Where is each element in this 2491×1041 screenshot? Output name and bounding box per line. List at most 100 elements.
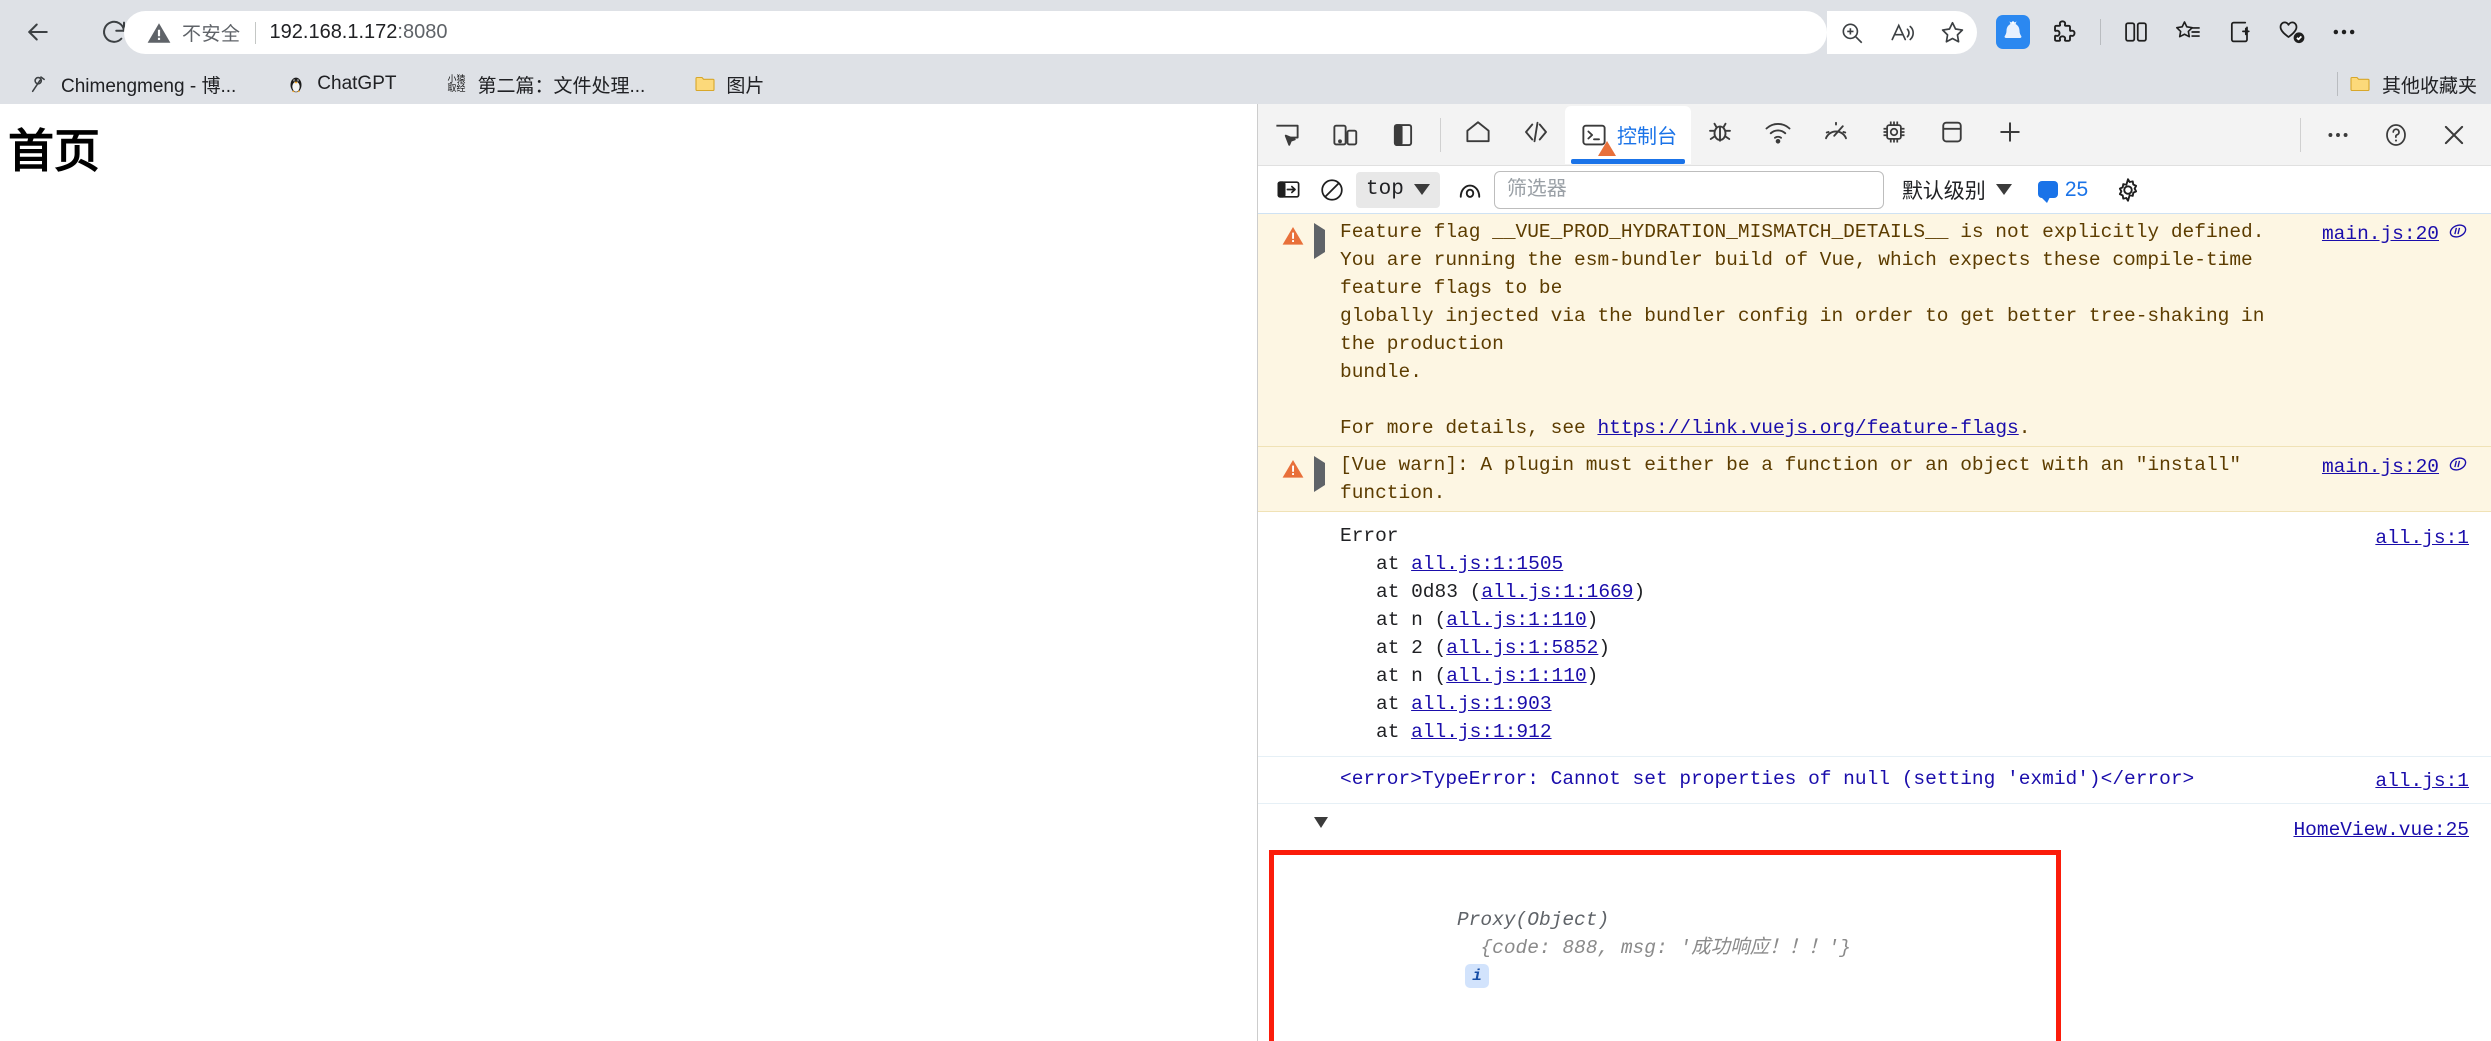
- omnibox-divider: [254, 21, 256, 44]
- close-devtools-icon[interactable]: [2429, 110, 2479, 160]
- proxy-object-tree: Proxy(Object) {code: 888, msg: '成功响应！！！'…: [1340, 814, 2293, 1041]
- message-source: HomeView.vue:25: [2293, 814, 2491, 1041]
- stack-line: at n (all.js:1:110): [1376, 609, 1599, 631]
- tab-memory[interactable]: [1865, 106, 1923, 164]
- tab-home[interactable]: [1449, 106, 1507, 164]
- zoom-icon[interactable]: [1832, 13, 1872, 53]
- more-options-icon[interactable]: [2313, 110, 2363, 160]
- expand-arrow-icon[interactable]: [1314, 218, 1340, 442]
- error-title: Error: [1340, 525, 1399, 547]
- collections-icon[interactable]: [2165, 9, 2211, 55]
- tab-sources[interactable]: [1691, 106, 1749, 164]
- stack-line: at all.js:1:903: [1376, 693, 1552, 715]
- tab-elements[interactable]: [1507, 106, 1565, 164]
- stack-fn: n: [1411, 665, 1435, 687]
- sourcemap-icon[interactable]: [2447, 453, 2469, 484]
- stack-link[interactable]: all.js:1:110: [1446, 609, 1586, 631]
- context-value: top: [1366, 178, 1404, 201]
- issues-counter[interactable]: 25: [2037, 178, 2088, 203]
- help-icon[interactable]: [2371, 110, 2421, 160]
- url-text[interactable]: 192.168.1.172:8080: [270, 21, 448, 44]
- expand-arrow-icon[interactable]: [1314, 814, 1340, 1041]
- qq-browser-extension-icon[interactable]: [1990, 9, 2036, 55]
- stack-link[interactable]: all.js:1:1669: [1481, 581, 1633, 603]
- tab-performance[interactable]: [1807, 106, 1865, 164]
- page-viewport: 首页: [0, 104, 1257, 1041]
- javascript-context-selector[interactable]: top: [1356, 171, 1440, 208]
- plus-icon: [1995, 117, 2025, 153]
- chevron-down-icon: [1995, 184, 2012, 195]
- sourcemap-icon[interactable]: [2447, 220, 2469, 251]
- console-message-warning[interactable]: Feature flag __VUE_PROD_HYDRATION_MISMAT…: [1258, 214, 2491, 447]
- warn-line-1: Feature flag __VUE_PROD_HYDRATION_MISMAT…: [1340, 221, 2265, 243]
- console-message-list[interactable]: Feature flag __VUE_PROD_HYDRATION_MISMAT…: [1258, 214, 2491, 1041]
- console-message-warning[interactable]: [Vue warn]: A plugin must either be a fu…: [1258, 447, 2491, 512]
- message-arrow-spacer: [1314, 765, 1340, 795]
- inspect-element-icon[interactable]: [1262, 110, 1312, 160]
- devtools-panel: 控制台 top 筛选器 默认级别 25 Feature flag __VUE_P…: [1257, 104, 2491, 1041]
- tab-network[interactable]: [1749, 106, 1807, 164]
- source-link[interactable]: main.js:20: [2322, 453, 2439, 481]
- bookmark-item[interactable]: 小猿 取经 第二篇：文件处理...: [435, 68, 656, 101]
- devtools-tabbar: 控制台: [1258, 104, 2491, 166]
- bookmark-item[interactable]: ChatGPT: [274, 69, 406, 99]
- vue-warn-line-1: [Vue warn]: A plugin must either be a fu…: [1340, 454, 2242, 476]
- console-message-object[interactable]: Proxy(Object) {code: 888, msg: '成功响应！！！'…: [1258, 804, 2491, 1041]
- database-icon: [1937, 117, 1967, 153]
- issues-bubble-icon: [2037, 181, 2058, 203]
- stack-link[interactable]: all.js:1:903: [1411, 693, 1551, 715]
- console-toolbar: top 默认级别 25: [1258, 166, 2491, 214]
- device-toolbar-icon[interactable]: [1320, 110, 1370, 160]
- stack-link[interactable]: all.js:1:5852: [1446, 637, 1598, 659]
- stack-link[interactable]: all.js:1:110: [1446, 665, 1586, 687]
- bookmark-item[interactable]: 图片: [683, 68, 774, 101]
- warning-triangle-icon: [1272, 218, 1314, 442]
- gauge-icon: [1821, 117, 1851, 153]
- console-message-error-stack[interactable]: Error at all.js:1:1505 at 0d83 (all.js:1…: [1258, 512, 2491, 757]
- source-link[interactable]: main.js:20: [2322, 220, 2439, 248]
- console-filter-input[interactable]: [1493, 170, 1884, 209]
- tab-more-panels[interactable]: [1981, 106, 2039, 164]
- source-link[interactable]: all.js:1: [2375, 524, 2469, 552]
- clear-console-icon[interactable]: [1312, 171, 1352, 209]
- proxy-type-label: Proxy(Object): [1457, 909, 1610, 931]
- log-level-selector[interactable]: 默认级别: [1902, 175, 2012, 205]
- tab-console[interactable]: 控制台: [1565, 105, 1691, 164]
- omnibox-actions: [1827, 11, 1977, 54]
- blog-site-icon: [28, 72, 52, 96]
- browser-essentials-icon[interactable]: [2269, 9, 2315, 55]
- stack-link[interactable]: all.js:1:912: [1411, 721, 1551, 743]
- message-icon-spacer: [1272, 522, 1314, 746]
- extensions-puzzle-icon[interactable]: [2042, 9, 2088, 55]
- console-warning-badge: [1598, 140, 1616, 156]
- feature-flags-link[interactable]: https://link.vuejs.org/feature-flags: [1597, 417, 2018, 439]
- source-link[interactable]: all.js:1: [2375, 767, 2469, 795]
- settings-and-more-icon[interactable]: [2321, 9, 2367, 55]
- message-body: [Vue warn]: A plugin must either be a fu…: [1340, 451, 2322, 507]
- other-bookmarks-label[interactable]: 其他收藏夹: [2382, 71, 2477, 98]
- split-screen-icon[interactable]: [2113, 9, 2159, 55]
- wifi-icon: [1763, 117, 1793, 153]
- console-message-xml-error[interactable]: <error>TypeError: Cannot set properties …: [1258, 757, 2491, 804]
- console-sidebar-icon[interactable]: [1268, 171, 1308, 209]
- tab-application[interactable]: [1923, 106, 1981, 164]
- back-button[interactable]: [10, 4, 66, 60]
- proxy-header-row[interactable]: Proxy(Object) {code: 888, msg: '成功响应！！！'…: [1340, 878, 2293, 1018]
- read-aloud-icon[interactable]: [1882, 13, 1922, 53]
- dock-side-panel-icon[interactable]: [1378, 110, 1428, 160]
- source-link[interactable]: HomeView.vue:25: [2293, 816, 2469, 844]
- info-badge-icon[interactable]: i: [1465, 963, 1490, 988]
- add-tab-to-collection-icon[interactable]: [2217, 9, 2263, 55]
- address-bar[interactable]: 不安全 192.168.1.172:8080: [124, 11, 1827, 54]
- warning-triangle-icon: [1272, 451, 1314, 507]
- message-source: all.js:1: [2375, 765, 2491, 795]
- favorite-star-icon[interactable]: [1932, 13, 1972, 53]
- stack-link[interactable]: all.js:1:1505: [1411, 553, 1563, 575]
- gear-icon[interactable]: [2108, 171, 2148, 209]
- expand-arrow-icon[interactable]: [1314, 451, 1340, 507]
- tabbar-right-divider: [2300, 117, 2301, 152]
- live-expression-icon[interactable]: [1450, 171, 1490, 209]
- message-icon-spacer: [1272, 765, 1314, 795]
- message-body: Feature flag __VUE_PROD_HYDRATION_MISMAT…: [1340, 221, 2277, 439]
- bookmark-item[interactable]: Chimengmeng - 博...: [18, 68, 246, 101]
